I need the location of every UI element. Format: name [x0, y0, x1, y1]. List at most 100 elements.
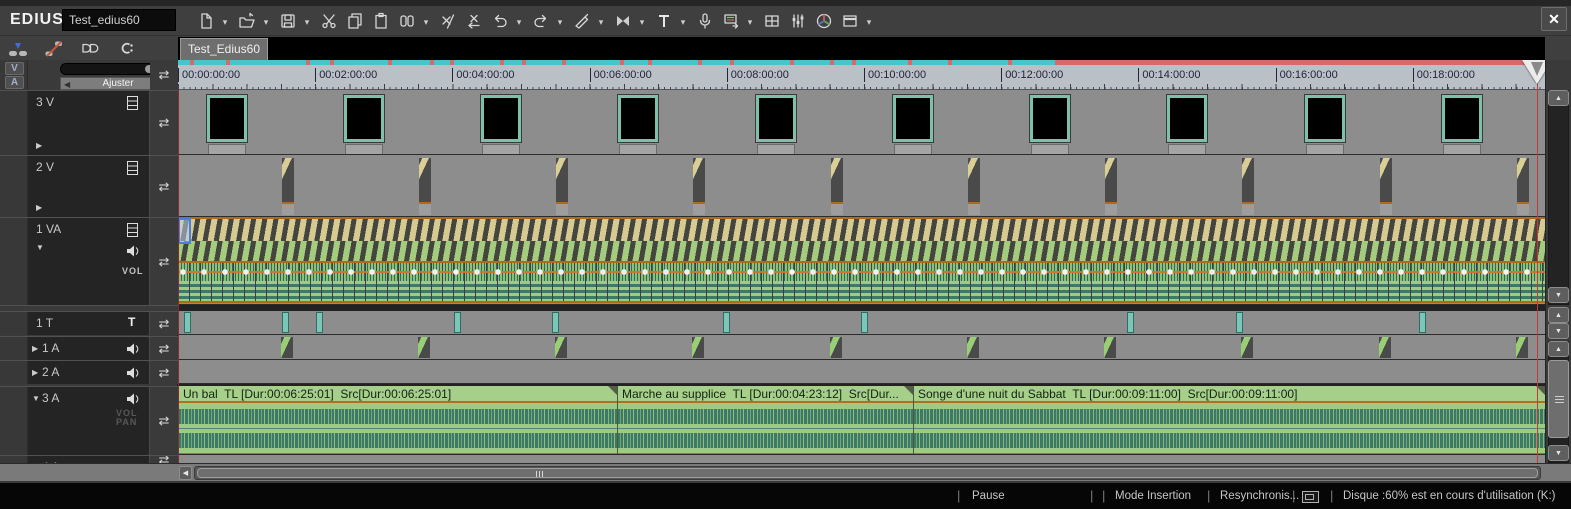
expand-track-icon[interactable]: ▶: [32, 344, 38, 353]
selected-clip-highlight[interactable]: [178, 218, 191, 244]
audio-clip[interactable]: [967, 337, 979, 358]
expand-track-icon[interactable]: ▶: [36, 141, 42, 150]
video-scroll-track[interactable]: [1548, 90, 1569, 305]
video-clip[interactable]: [1305, 95, 1345, 154]
title-clip[interactable]: [454, 312, 461, 333]
track-header-2v[interactable]: 2 V ▶ ⇄: [0, 155, 178, 217]
track-content-1a[interactable]: [178, 336, 1545, 360]
create-title-dropdown-icon[interactable]: ▾: [678, 9, 688, 33]
window-layout-icon[interactable]: [838, 9, 862, 33]
marker-dropdown-icon[interactable]: ▾: [421, 9, 431, 33]
track-sync-icon[interactable]: ⇄: [150, 156, 178, 217]
insert-overwrite-mode-icon[interactable]: [4, 37, 30, 59]
video-select-button[interactable]: V: [5, 62, 24, 75]
ruler-sync-icon[interactable]: ⇄: [150, 60, 178, 90]
ripple-delete-icon[interactable]: [462, 9, 486, 33]
va-audio-waveform[interactable]: [178, 281, 1545, 303]
title-clip[interactable]: [282, 312, 289, 333]
divider-down-button[interactable]: ▼: [1548, 323, 1569, 339]
video-clip[interactable]: [282, 158, 294, 215]
title-clip[interactable]: [184, 312, 191, 333]
video-clip[interactable]: [831, 158, 843, 215]
title-clip[interactable]: [316, 312, 323, 333]
video-clip[interactable]: [1442, 95, 1482, 154]
delete-in-out-icon[interactable]: [436, 9, 460, 33]
audio-clip[interactable]: [830, 337, 842, 358]
va-clip-thumbnails[interactable]: [178, 241, 1545, 263]
video-clip[interactable]: [419, 158, 431, 215]
window-layout-dropdown-icon[interactable]: ▾: [864, 9, 874, 33]
track-header-3v[interactable]: 3 V ▶ ⇄: [0, 90, 178, 155]
multicam-icon[interactable]: [760, 9, 784, 33]
ruler-timecode[interactable]: 00:06:00:00: [589, 68, 652, 82]
marker-icon[interactable]: [395, 9, 419, 33]
audio-clip[interactable]: [1104, 337, 1116, 358]
new-sequence-dropdown-icon[interactable]: ▾: [220, 9, 230, 33]
video-clip[interactable]: [1380, 158, 1392, 215]
video-clip[interactable]: [481, 95, 521, 154]
horizontal-scroll-thumb[interactable]: [197, 468, 1538, 478]
zoom-prev-icon[interactable]: ◀: [64, 79, 70, 90]
video-clip[interactable]: [756, 95, 796, 154]
ruler-timecode[interactable]: 00:18:00:00: [1412, 68, 1475, 82]
track-header-1va[interactable]: 1 VA ▼ VOL ⇄: [0, 217, 178, 305]
audio-clip[interactable]: [1379, 337, 1391, 358]
scroll-up-button[interactable]: ▲: [1548, 90, 1569, 106]
track-sync-icon[interactable]: ⇄: [150, 337, 178, 360]
redo-icon[interactable]: [529, 9, 553, 33]
audio-clip[interactable]: Marche au supplice TL [Dur:00:04:23:12] …: [617, 386, 913, 454]
audio-clip[interactable]: [1516, 337, 1528, 358]
title-clip[interactable]: [552, 312, 559, 333]
video-clip[interactable]: [1105, 158, 1117, 215]
color-correction-icon[interactable]: [812, 9, 836, 33]
save-project-dropdown-icon[interactable]: ▾: [302, 9, 312, 33]
undo-dropdown-icon[interactable]: ▾: [514, 9, 524, 33]
video-clip[interactable]: [618, 95, 658, 154]
ripple-mode-icon[interactable]: [76, 37, 102, 59]
collapse-track-icon[interactable]: ▼: [36, 243, 44, 252]
track-content-2v[interactable]: [178, 155, 1545, 217]
project-title-field[interactable]: Test_edius60: [62, 9, 176, 31]
audio-clip[interactable]: Songe d'une nuit du Sabbat TL [Dur:00:09…: [913, 386, 1545, 454]
timeline-ruler[interactable]: 00:00:00:00 00:02:00:00 00:04:00:00 00:06:0…: [178, 60, 1545, 90]
track-content-1t[interactable]: [178, 311, 1545, 335]
title-clip[interactable]: [723, 312, 730, 333]
volume-label[interactable]: VOL: [122, 266, 144, 276]
new-sequence-icon[interactable]: [194, 9, 218, 33]
track-content-3v[interactable]: [178, 90, 1545, 155]
track-content-2a[interactable]: [178, 360, 1545, 384]
redo-dropdown-icon[interactable]: ▾: [555, 9, 565, 33]
close-button[interactable]: ✕: [1541, 7, 1567, 31]
track-header-4a[interactable]: ▶ 4 A ⇄: [0, 455, 178, 463]
copy-icon[interactable]: [343, 9, 367, 33]
track-sync-icon[interactable]: ⇄: [150, 387, 178, 455]
open-project-dropdown-icon[interactable]: ▾: [261, 9, 271, 33]
audio-clip[interactable]: [1241, 337, 1253, 358]
create-title-icon[interactable]: [652, 9, 676, 33]
add-cut-point-dropdown-icon[interactable]: ▾: [596, 9, 606, 33]
sequence-tab[interactable]: Test_Edius60: [180, 38, 268, 60]
save-project-icon[interactable]: [276, 9, 300, 33]
default-transition-dropdown-icon[interactable]: ▾: [637, 9, 647, 33]
video-clip[interactable]: [893, 95, 933, 154]
audio-clip[interactable]: [418, 337, 430, 358]
va-volume-keyframes[interactable]: [178, 263, 1545, 281]
pan-label[interactable]: PAN: [116, 418, 137, 427]
track-header-3a[interactable]: ▼ 3 A VOL PAN ⇄: [0, 386, 178, 455]
ruler-timecode[interactable]: 00:16:00:00: [1275, 68, 1338, 82]
track-header-1t[interactable]: 1 T T ⇄: [0, 311, 178, 335]
collapse-track-icon[interactable]: ▼: [32, 394, 40, 403]
open-project-icon[interactable]: [235, 9, 259, 33]
video-clip[interactable]: [207, 95, 247, 154]
sync-lock-icon[interactable]: [112, 37, 138, 59]
track-content-4a[interactable]: [178, 455, 1545, 463]
ruler-timecode[interactable]: 00:04:00:00: [452, 68, 515, 82]
ruler-scale[interactable]: 00:00:00:00 00:02:00:00 00:04:00:00 00:06:0…: [178, 65, 1545, 90]
track-header-2a[interactable]: ▶ 2 A ⇄: [0, 360, 178, 384]
audio-clip[interactable]: [555, 337, 567, 358]
expand-track-icon[interactable]: ▶: [32, 368, 38, 377]
undo-icon[interactable]: [488, 9, 512, 33]
track-sync-icon[interactable]: ⇄: [150, 91, 178, 155]
video-clip[interactable]: [1517, 158, 1529, 215]
scroll-up-button[interactable]: ▲: [1548, 341, 1569, 357]
